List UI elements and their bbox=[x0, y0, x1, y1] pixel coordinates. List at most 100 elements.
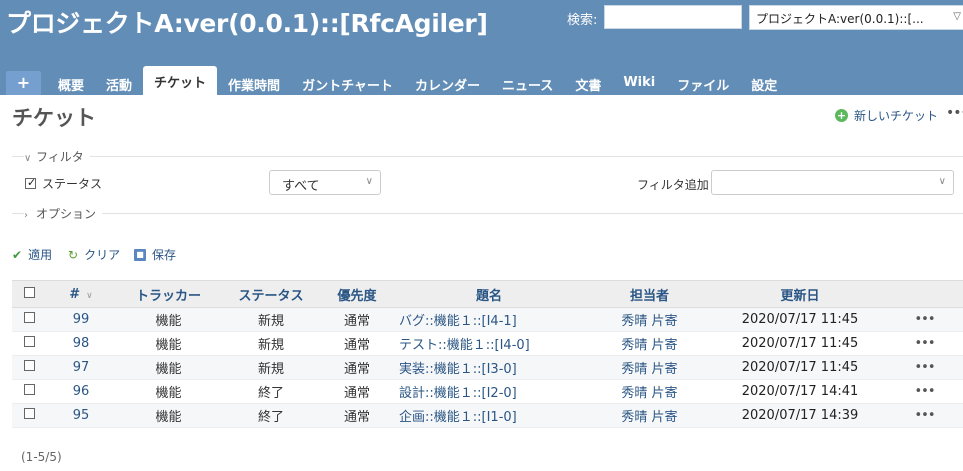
new-issue-label: 新しいチケット bbox=[854, 109, 939, 123]
options-fieldset-border bbox=[12, 213, 963, 214]
table-row[interactable]: 98 機能 新規 通常 テスト::機能１::[I4-0] 秀晴 片寄 2020/… bbox=[12, 331, 963, 356]
save-query-button[interactable]: ■ 保存 bbox=[134, 246, 176, 263]
column-header-status[interactable]: ステータス bbox=[221, 280, 321, 308]
checkmark-icon: ✔ bbox=[12, 247, 23, 262]
pagination-info: (1-5/5) bbox=[21, 450, 62, 464]
row-checkbox[interactable] bbox=[23, 408, 35, 419]
row-checkbox[interactable] bbox=[23, 336, 35, 347]
row-actions-button[interactable]: ••• bbox=[886, 331, 963, 356]
row-checkbox[interactable] bbox=[23, 384, 35, 395]
tab-calendar[interactable]: カレンダー bbox=[404, 71, 491, 95]
project-jump-value: プロジェクトA:ver(0.0.1)::[... bbox=[756, 12, 924, 26]
issue-id-link[interactable]: 98 bbox=[46, 331, 116, 356]
column-header-id-label: # bbox=[69, 286, 81, 302]
issue-id-link[interactable]: 99 bbox=[46, 307, 116, 332]
filter-fieldset-border bbox=[12, 156, 963, 157]
status-filter: ✓ ステータス bbox=[25, 175, 102, 192]
options-legend[interactable]: › オプション bbox=[24, 205, 103, 222]
tab-gantt[interactable]: ガントチャート bbox=[291, 71, 404, 95]
row-actions-button[interactable]: ••• bbox=[886, 403, 963, 428]
select-all-checkbox[interactable] bbox=[23, 286, 35, 298]
filter-legend[interactable]: ∨ フィルタ bbox=[24, 148, 90, 165]
tab-settings[interactable]: 設定 bbox=[740, 71, 788, 95]
subject-link[interactable]: 設計::機能１::[I2-0] bbox=[393, 379, 585, 404]
row-actions-button[interactable]: ••• bbox=[886, 307, 963, 332]
subject-link[interactable]: テスト::機能１::[I4-0] bbox=[393, 331, 585, 356]
row-checkbox[interactable] bbox=[23, 312, 35, 323]
apply-label: 適用 bbox=[28, 248, 53, 262]
tab-files[interactable]: ファイル bbox=[666, 71, 740, 95]
assignee-link[interactable]: 秀晴 片寄 bbox=[585, 307, 714, 332]
table-row[interactable]: 95 機能 終了 通常 企画::機能１::[I1-0] 秀晴 片寄 2020/0… bbox=[12, 403, 963, 428]
new-object-tab[interactable]: + bbox=[6, 71, 41, 95]
table-header-row: # ∨ トラッカー ステータス 優先度 題名 担当者 更新日 bbox=[12, 280, 963, 308]
row-select-cell bbox=[12, 403, 46, 428]
issue-id-link[interactable]: 95 bbox=[46, 403, 116, 428]
clear-button[interactable]: ↻ クリア bbox=[68, 246, 120, 263]
row-select-cell bbox=[12, 355, 46, 380]
page-title: チケット bbox=[12, 106, 96, 130]
project-title[interactable]: プロジェクトA:ver(0.0.1)::[RfcAgiler] bbox=[6, 4, 488, 40]
subject-link[interactable]: 企画::機能１::[I1-0] bbox=[393, 403, 585, 428]
search-label: 検索: bbox=[567, 13, 598, 28]
column-header-id[interactable]: # ∨ bbox=[46, 280, 116, 308]
updated-cell: 2020/07/17 14:41 bbox=[714, 379, 886, 404]
row-checkbox[interactable] bbox=[23, 360, 35, 371]
new-issue-link[interactable]: + 新しいチケット bbox=[835, 107, 938, 124]
table-row[interactable]: 99 機能 新規 通常 バグ::機能１::[I4-1] 秀晴 片寄 2020/0… bbox=[12, 307, 963, 332]
status-operator-select[interactable]: すべて ∨ bbox=[269, 170, 381, 195]
tab-time-entries[interactable]: 作業時間 bbox=[217, 71, 291, 95]
status-operator-value: すべて bbox=[282, 179, 320, 194]
assignee-link[interactable]: 秀晴 片寄 bbox=[585, 355, 714, 380]
chevron-down-icon: ∨ bbox=[365, 176, 373, 187]
checkmark-icon: ✓ bbox=[27, 176, 37, 189]
subject-link[interactable]: 実装::機能１::[I3-0] bbox=[393, 355, 585, 380]
add-icon: + bbox=[835, 109, 848, 122]
issue-id-link[interactable]: 97 bbox=[46, 355, 116, 380]
chevron-down-icon: ▽ bbox=[953, 11, 961, 22]
assignee-link[interactable]: 秀晴 片寄 bbox=[585, 331, 714, 356]
subject-link[interactable]: バグ::機能１::[I4-1] bbox=[393, 307, 585, 332]
add-filter-select[interactable]: ∨ bbox=[711, 170, 954, 195]
assignee-link[interactable]: 秀晴 片寄 bbox=[585, 403, 714, 428]
project-jump-select[interactable]: プロジェクトA:ver(0.0.1)::[... ▽ bbox=[749, 5, 963, 30]
column-header-subject[interactable]: 題名 bbox=[393, 280, 585, 308]
row-actions-button[interactable]: ••• bbox=[886, 355, 963, 380]
tab-activity[interactable]: 活動 bbox=[95, 71, 143, 95]
tab-wiki[interactable]: Wiki bbox=[612, 71, 666, 95]
table-row[interactable]: 97 機能 新規 通常 実装::機能１::[I3-0] 秀晴 片寄 2020/0… bbox=[12, 355, 963, 380]
tab-issues[interactable]: チケット bbox=[143, 66, 218, 95]
updated-cell: 2020/07/17 11:45 bbox=[714, 331, 886, 356]
tab-overview[interactable]: 概要 bbox=[47, 71, 95, 95]
tracker-cell: 機能 bbox=[116, 403, 221, 428]
updated-cell: 2020/07/17 11:45 bbox=[714, 355, 886, 380]
tab-documents[interactable]: 文書 bbox=[564, 71, 612, 95]
tab-news[interactable]: ニュース bbox=[491, 71, 564, 95]
chevron-down-icon: ∨ bbox=[938, 176, 946, 187]
column-header-updated[interactable]: 更新日 bbox=[714, 280, 886, 308]
apply-button[interactable]: ✔ 適用 bbox=[12, 246, 52, 263]
column-header-tracker[interactable]: トラッカー bbox=[116, 280, 221, 308]
status-cell: 終了 bbox=[221, 379, 321, 404]
options-legend-label: オプション bbox=[36, 207, 97, 221]
table-row[interactable]: 96 機能 終了 通常 設計::機能１::[I2-0] 秀晴 片寄 2020/0… bbox=[12, 379, 963, 404]
priority-cell: 通常 bbox=[321, 379, 393, 404]
add-filter-label: フィルタ追加 bbox=[637, 178, 709, 192]
issue-id-link[interactable]: 96 bbox=[46, 379, 116, 404]
more-actions-button[interactable]: ••• bbox=[946, 105, 963, 121]
tracker-cell: 機能 bbox=[116, 355, 221, 380]
tracker-cell: 機能 bbox=[116, 331, 221, 356]
column-header-priority[interactable]: 優先度 bbox=[321, 280, 393, 308]
priority-cell: 通常 bbox=[321, 331, 393, 356]
row-actions-button[interactable]: ••• bbox=[886, 379, 963, 404]
header: プロジェクトA:ver(0.0.1)::[RfcAgiler] 検索: プロジェ… bbox=[0, 0, 963, 95]
sort-descending-icon: ∨ bbox=[86, 290, 93, 301]
select-all-header bbox=[12, 280, 46, 308]
search-input[interactable] bbox=[604, 5, 742, 29]
updated-cell: 2020/07/17 11:45 bbox=[714, 307, 886, 332]
column-header-assignee[interactable]: 担当者 bbox=[585, 280, 714, 308]
assignee-link[interactable]: 秀晴 片寄 bbox=[585, 379, 714, 404]
status-filter-checkbox[interactable]: ✓ bbox=[25, 176, 37, 189]
save-icon: ■ bbox=[134, 248, 146, 261]
chevron-right-icon: › bbox=[24, 210, 28, 221]
